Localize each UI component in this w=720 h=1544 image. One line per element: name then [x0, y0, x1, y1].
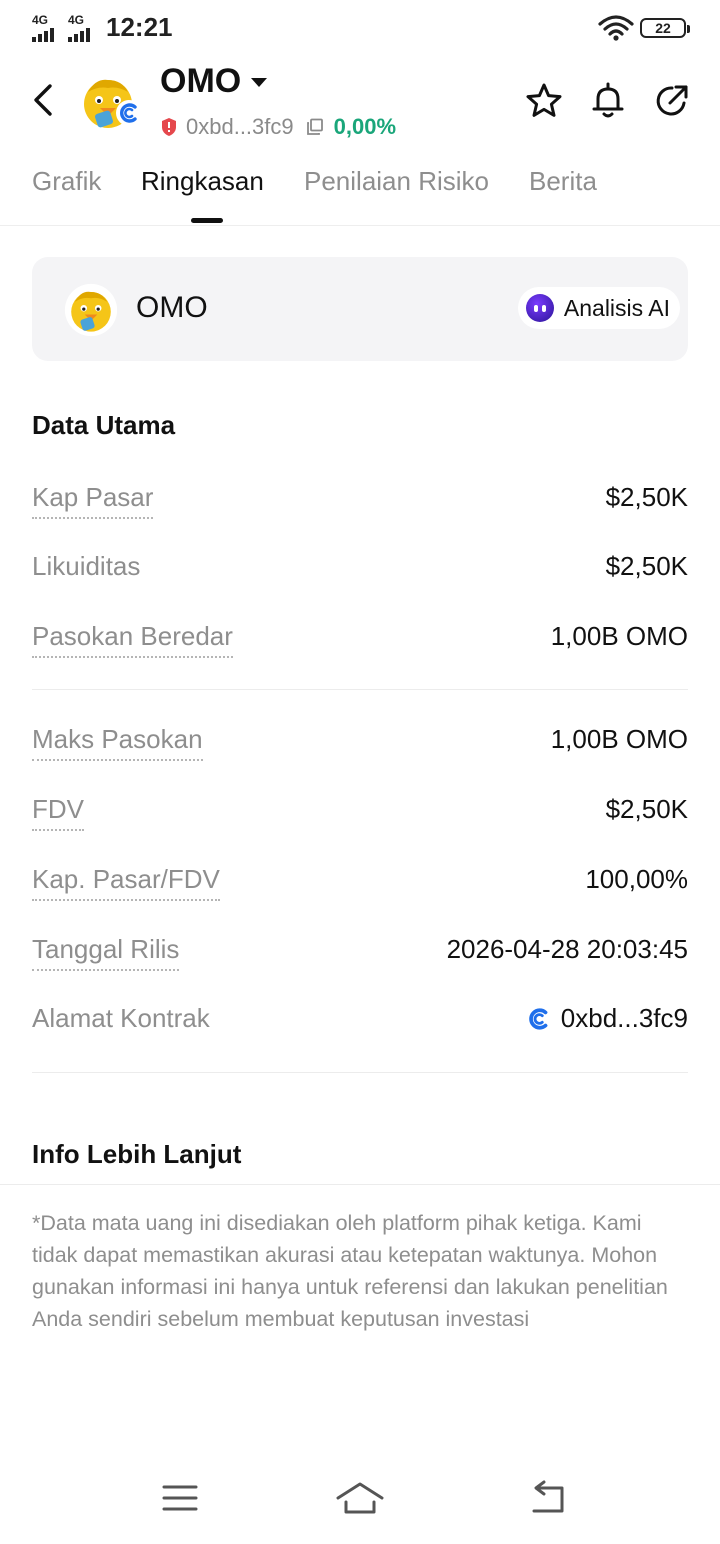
ai-analysis-button[interactable]: Analisis AI: [517, 287, 680, 329]
data-row-fdv: FDV $2,50K: [32, 790, 688, 834]
active-tab-indicator: [191, 218, 223, 223]
data-row-mcap-fdv: Kap. Pasar/FDV 100,00%: [32, 860, 688, 904]
risk-shield-icon[interactable]: [160, 117, 178, 137]
chain-badge-icon: [116, 100, 142, 126]
token-subtitle-row: 0xbd...3fc9 0,00%: [160, 114, 396, 140]
data-row-label[interactable]: Maks Pasokan: [32, 724, 203, 761]
home-icon[interactable]: [335, 1478, 385, 1518]
data-row-max-supply: Maks Pasokan 1,00B OMO: [32, 720, 688, 764]
data-row-label[interactable]: Kap. Pasar/FDV: [32, 864, 220, 901]
signal-icon-2: 4G: [68, 13, 90, 42]
chain-icon: [529, 1007, 548, 1030]
tab-bar: Grafik Ringkasan Penilaian Risiko Berita: [0, 152, 720, 226]
section-title-key-data: Data Utama: [32, 410, 176, 440]
data-row-value: $2,50K: [605, 551, 688, 581]
data-row-value: 100,00%: [585, 864, 688, 894]
signal-icon-1: 4G: [32, 13, 54, 42]
data-row-value: 1,00B OMO: [550, 724, 688, 754]
price-change: 0,00%: [333, 114, 397, 139]
data-row-circulating-supply: Pasokan Beredar 1,00B OMO: [32, 617, 688, 661]
tab-ringkasan[interactable]: Ringkasan: [141, 166, 264, 197]
token-card-name: OMO: [136, 291, 208, 324]
data-row-market-cap: Kap Pasar $2,50K: [32, 478, 688, 522]
section-title-more-info: Info Lebih Lanjut: [32, 1139, 242, 1169]
system-nav-bar: [0, 1450, 720, 1544]
data-row-value: $2,50K: [605, 794, 688, 824]
data-row-liquidity: Likuiditas $2,50K: [32, 547, 688, 591]
chevron-down-icon: [251, 78, 268, 87]
contract-address: 0xbd...3fc9: [186, 114, 294, 139]
data-row-label[interactable]: Kap Pasar: [32, 482, 154, 519]
divider: [32, 689, 688, 690]
ai-bot-icon: [525, 294, 554, 322]
share-icon[interactable]: [653, 82, 691, 120]
network-type-1: 4G: [32, 13, 49, 27]
bell-icon[interactable]: [589, 82, 627, 120]
token-title-dropdown[interactable]: OMO: [160, 62, 268, 101]
back-nav-icon[interactable]: [524, 1478, 574, 1518]
disclaimer-text: *Data mata uang ini disediakan oleh plat…: [32, 1211, 668, 1331]
data-row-release-date: Tanggal Rilis 2026-04-28 20:03:45: [32, 930, 688, 974]
contract-address-value[interactable]: 0xbd...3fc9: [527, 1003, 688, 1034]
data-row-value: 1,00B OMO: [550, 621, 688, 651]
ai-analysis-label: Analisis AI: [563, 294, 670, 321]
copy-icon[interactable]: [306, 118, 324, 136]
data-row-label[interactable]: Pasokan Beredar: [32, 621, 233, 658]
clock: 12:21: [106, 12, 173, 42]
tab-grafik[interactable]: Grafik: [32, 166, 101, 197]
status-bar: 4G 4G 12:21 22: [0, 0, 720, 56]
data-row-label[interactable]: FDV: [32, 794, 84, 831]
data-row-contract-address: Alamat Kontrak 0xbd...3fc9: [32, 999, 688, 1043]
network-type-2: 4G: [68, 13, 85, 27]
token-header: OMO 0xbd...3fc9 0,00%: [0, 56, 720, 152]
menu-icon[interactable]: [155, 1478, 205, 1518]
token-title: OMO: [160, 62, 242, 100]
token-card: OMO Analisis AI: [32, 257, 688, 361]
token-logo-icon: [64, 283, 118, 337]
data-row-label: Alamat Kontrak: [32, 1003, 210, 1033]
data-row-value: 0xbd...3fc9: [560, 1003, 688, 1033]
star-icon[interactable]: [525, 82, 563, 120]
data-row-value: 2026-04-28 20:03:45: [446, 934, 688, 964]
data-row-value: $2,50K: [605, 482, 688, 512]
divider: [0, 1184, 720, 1185]
divider: [32, 1072, 688, 1073]
tab-berita[interactable]: Berita: [529, 166, 597, 197]
data-row-label: Likuiditas: [32, 551, 141, 581]
back-icon[interactable]: [24, 76, 64, 124]
tab-penilaian-risiko[interactable]: Penilaian Risiko: [304, 166, 489, 197]
data-row-label[interactable]: Tanggal Rilis: [32, 934, 180, 971]
battery-indicator: 22: [640, 18, 690, 38]
wifi-icon: [598, 15, 634, 41]
